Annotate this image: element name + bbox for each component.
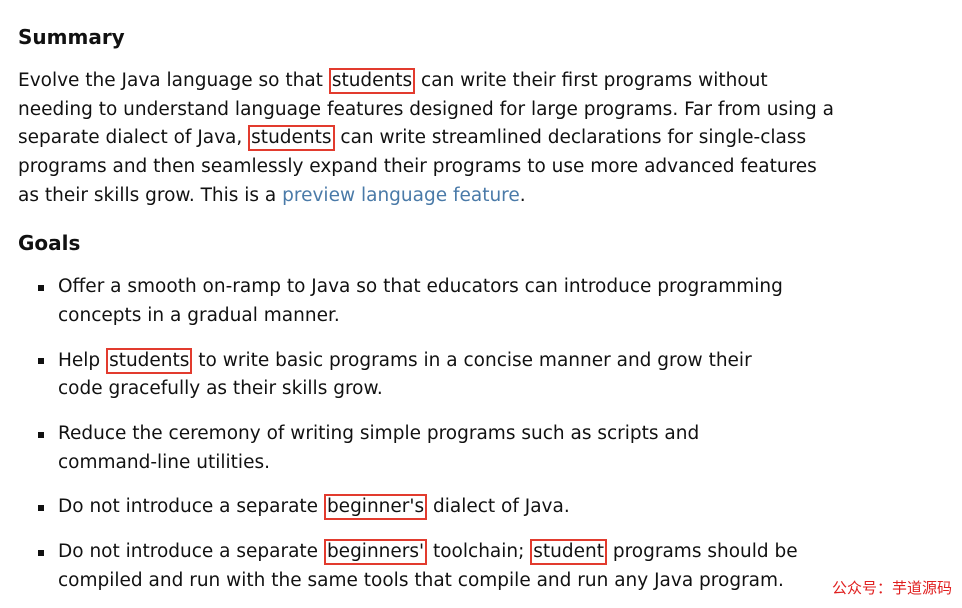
summary-text: . [520,185,526,206]
goal-text: Reduce the ceremony of writing simple pr… [58,423,699,473]
highlight-beginners: beginner's [324,494,427,520]
goal-text: toolchain; [427,541,530,562]
highlight-students: students [248,125,334,151]
document-page: Summary Evolve the Java language so that… [0,0,962,608]
list-item: Offer a smooth on-ramp to Java so that e… [58,273,798,330]
goal-text: Offer a smooth on-ramp to Java so that e… [58,276,783,326]
goals-list: Offer a smooth on-ramp to Java so that e… [18,273,798,595]
highlight-students: students [106,348,192,374]
goal-text: Help [58,350,106,371]
list-item: Help students to write basic programs in… [58,347,798,404]
summary-paragraph: Evolve the Java language so that student… [18,67,838,210]
list-item: Do not introduce a separate beginner's d… [58,493,798,522]
goals-heading: Goals [18,228,944,259]
list-item: Do not introduce a separate beginners' t… [58,538,798,595]
watermark-text: 公众号：芋道源码 [832,577,952,600]
highlight-student: student [530,539,607,565]
summary-text: Evolve the Java language so that [18,70,329,91]
preview-feature-link[interactable]: preview language feature [282,185,520,206]
summary-heading: Summary [18,22,944,53]
goal-text: Do not introduce a separate [58,496,324,517]
goal-text: dialect of Java. [427,496,570,517]
list-item: Reduce the ceremony of writing simple pr… [58,420,798,477]
highlight-students: students [329,68,415,94]
highlight-beginners: beginners' [324,539,427,565]
goal-text: Do not introduce a separate [58,541,324,562]
